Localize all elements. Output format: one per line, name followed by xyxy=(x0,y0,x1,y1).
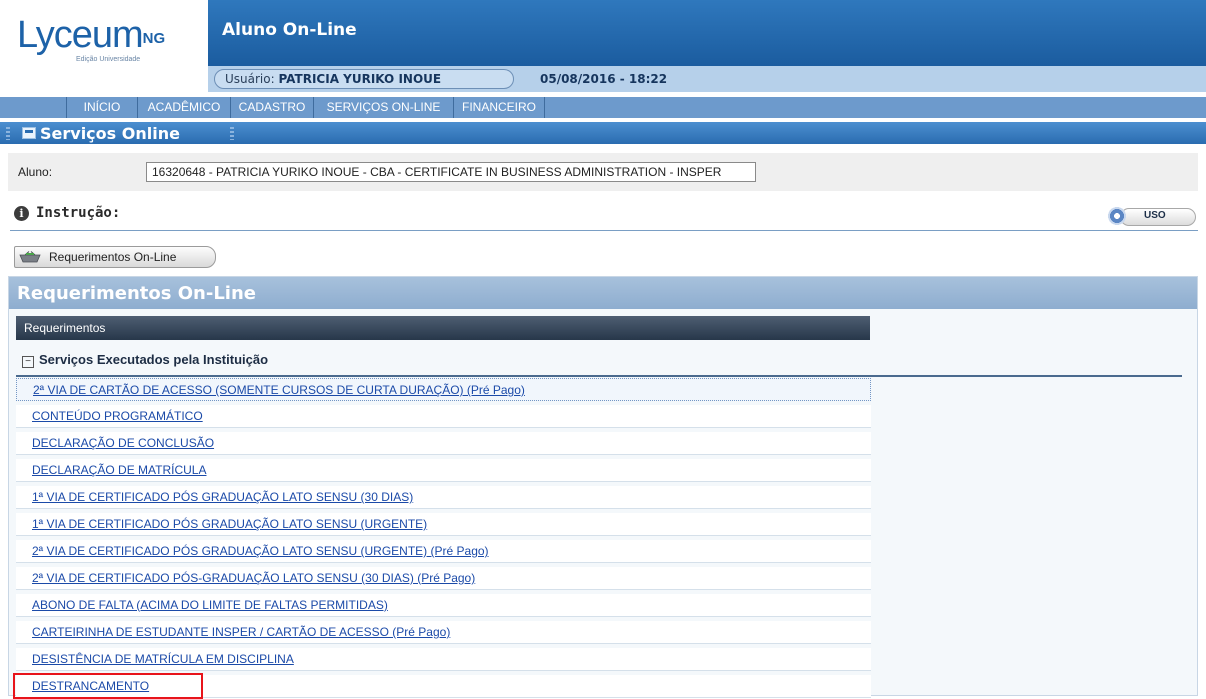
list-item: 1ª VIA DE CERTIFICADO PÓS GRADUAÇÃO LATO… xyxy=(16,486,871,509)
list-item: 2ª VIA DE CERTIFICADO PÓS-GRADUAÇÃO LATO… xyxy=(16,567,871,590)
main-nav: INÍCIO ACADÊMICO CADASTRO SERVIÇOS ON-LI… xyxy=(0,96,1206,118)
request-link[interactable]: 2ª VIA DE CARTÃO DE ACESSO (SOMENTE CURS… xyxy=(33,383,525,397)
nav-servicos-online[interactable]: SERVIÇOS ON-LINE xyxy=(314,97,454,118)
nav-academico[interactable]: ACADÊMICO xyxy=(138,97,231,118)
logo-wordmark: LyceumNG xyxy=(17,14,166,56)
info-icon: i xyxy=(14,206,29,221)
list-item: ABONO DE FALTA (ACIMA DO LIMITE DE FALTA… xyxy=(16,594,871,617)
uso-label: USO xyxy=(1144,210,1166,221)
request-link[interactable]: 2ª VIA DE CERTIFICADO PÓS GRADUAÇÃO LATO… xyxy=(32,544,489,558)
nav-financeiro[interactable]: FINANCEIRO xyxy=(454,97,545,118)
nav-inicio[interactable]: INÍCIO xyxy=(67,97,138,118)
requerimentos-online-button-label: Requerimentos On-Line xyxy=(49,250,177,264)
grid-header: Requerimentos xyxy=(16,316,870,340)
request-link[interactable]: DECLARAÇÃO DE CONCLUSÃO xyxy=(32,436,214,450)
group-toggle[interactable]: − Serviços Executados pela Instituição xyxy=(22,352,268,370)
request-link[interactable]: DECLARAÇÃO DE MATRÍCULA xyxy=(32,463,206,477)
uso-button[interactable]: USO xyxy=(1106,205,1198,227)
gear-icon xyxy=(1106,205,1128,227)
request-link[interactable]: CONTEÚDO PROGRAMÁTICO xyxy=(32,409,203,423)
list-item: 2ª VIA DE CARTÃO DE ACESSO (SOMENTE CURS… xyxy=(16,378,871,401)
header-band xyxy=(208,0,1206,66)
panel-title: Requerimentos On-Line xyxy=(17,283,257,304)
highlight-annotation xyxy=(13,673,203,699)
list-item: DECLARAÇÃO DE CONCLUSÃO xyxy=(16,432,871,455)
user-badge: Usuário: PATRICIA YURIKO INOUE xyxy=(214,69,514,89)
requerimentos-online-button[interactable]: Requerimentos On-Line xyxy=(14,246,216,268)
list-item: 2ª VIA DE CERTIFICADO PÓS GRADUAÇÃO LATO… xyxy=(16,540,871,563)
request-link[interactable]: ABONO DE FALTA (ACIMA DO LIMITE DE FALTA… xyxy=(32,598,388,612)
nav-cadastro[interactable]: CADASTRO xyxy=(231,97,314,118)
aluno-label: Aluno: xyxy=(18,165,53,179)
section-title: Serviços Online xyxy=(40,124,180,143)
logo-subtitle: Edição Universidade xyxy=(76,56,141,63)
instrucao-title: Instrução: xyxy=(36,205,121,221)
group-label: Serviços Executados pela Instituição xyxy=(39,352,269,367)
grip-icon xyxy=(6,127,10,140)
collapse-icon: − xyxy=(22,356,34,368)
list-item: CONTEÚDO PROGRAMÁTICO xyxy=(16,405,871,428)
basket-icon xyxy=(19,251,41,263)
app-title: Aluno On-Line xyxy=(222,20,357,40)
list-item: 1ª VIA DE CERTIFICADO PÓS GRADUAÇÃO LATO… xyxy=(16,513,871,536)
section-bar: Serviços Online xyxy=(0,122,1206,144)
session-datetime: 05/08/2016 - 18:22 xyxy=(540,72,668,86)
request-link[interactable]: 1ª VIA DE CERTIFICADO PÓS GRADUAÇÃO LATO… xyxy=(32,490,413,504)
request-link[interactable]: 2ª VIA DE CERTIFICADO PÓS-GRADUAÇÃO LATO… xyxy=(32,571,475,585)
request-link[interactable]: 1ª VIA DE CERTIFICADO PÓS GRADUAÇÃO LATO… xyxy=(32,517,427,531)
logo: LyceumNG Edição Universidade xyxy=(0,0,208,92)
request-link[interactable]: CARTEIRINHA DE ESTUDANTE INSPER / CARTÃO… xyxy=(32,625,450,639)
grip-icon xyxy=(230,127,234,140)
aluno-select[interactable]: 16320648 - PATRICIA YURIKO INOUE - CBA -… xyxy=(146,162,756,182)
request-link[interactable]: DESISTÊNCIA DE MATRÍCULA EM DISCIPLINA xyxy=(32,652,294,666)
group-divider xyxy=(16,375,1182,377)
list-item: DESISTÊNCIA DE MATRÍCULA EM DISCIPLINA xyxy=(16,648,871,671)
divider xyxy=(10,230,1198,231)
list-item: DECLARAÇÃO DE MATRÍCULA xyxy=(16,459,871,482)
window-icon xyxy=(22,127,36,139)
list-item: CARTEIRINHA DE ESTUDANTE INSPER / CARTÃO… xyxy=(16,621,871,644)
